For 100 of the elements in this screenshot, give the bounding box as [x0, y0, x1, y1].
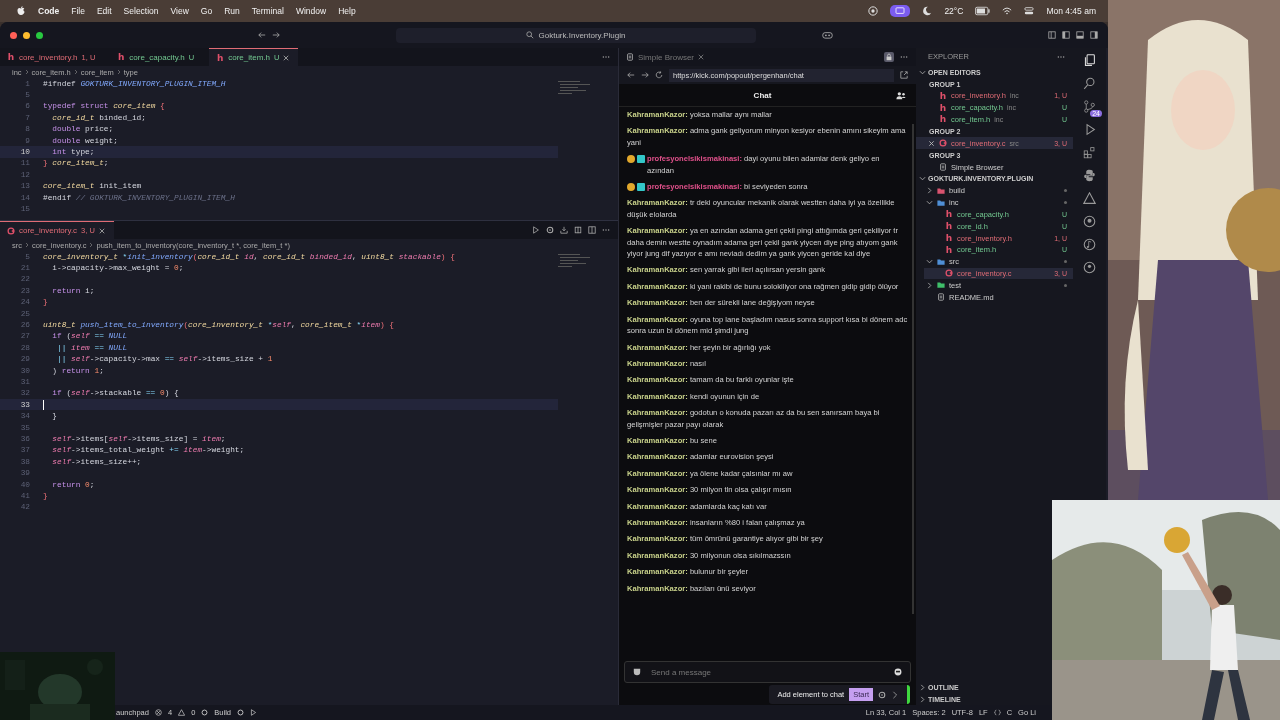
chevron-icon	[25, 242, 29, 248]
battery-icon[interactable]	[975, 6, 991, 16]
header-file-icon: h	[939, 114, 947, 125]
header-file-icon: h	[945, 233, 953, 244]
settings-icon[interactable]	[878, 690, 886, 699]
header-file-icon: h	[939, 90, 947, 101]
folder-icon	[937, 257, 945, 266]
settings-icon[interactable]	[546, 226, 554, 234]
app-menu[interactable]: Code	[38, 6, 60, 16]
header-file-icon: h	[117, 52, 126, 62]
document-icon	[937, 293, 945, 302]
close-window-button[interactable]	[10, 31, 17, 39]
c-file-icon	[939, 139, 947, 148]
chevron-icon	[926, 258, 933, 266]
run-icon[interactable]	[250, 709, 257, 716]
back-icon[interactable]	[627, 71, 635, 79]
chevron-icon	[24, 69, 29, 75]
chevron-icon	[926, 281, 933, 289]
chevron-icon	[89, 242, 94, 248]
shield-icon	[633, 668, 641, 676]
folder-icon	[937, 281, 945, 290]
menu-item[interactable]: Terminal	[251, 6, 284, 16]
chevron-icon	[116, 69, 121, 75]
command-search-field[interactable]: Gokturk.Inventory.Plugin	[396, 27, 756, 43]
menu-item[interactable]: Help	[338, 6, 356, 16]
screen-share-icon[interactable]	[890, 5, 911, 17]
close-icon[interactable]	[928, 139, 935, 147]
reload-icon[interactable]	[655, 71, 663, 79]
chat-title: Chat	[753, 90, 772, 100]
header-file-icon: h	[7, 52, 15, 62]
menu-item[interactable]: File	[71, 6, 85, 16]
header-file-icon: h	[945, 209, 953, 220]
close-icon[interactable]	[283, 54, 290, 61]
braces-icon[interactable]	[993, 709, 1001, 716]
emoji-icon[interactable]	[894, 668, 902, 676]
compare-icon[interactable]	[574, 226, 582, 234]
wifi-icon[interactable]	[1002, 6, 1013, 16]
secondary-sidebar-icon[interactable]	[1090, 31, 1098, 39]
panel-toggle-icon[interactable]	[1076, 31, 1084, 39]
settings-icon[interactable]	[237, 709, 244, 716]
menu-item[interactable]: Edit	[96, 6, 112, 16]
build-icon	[201, 709, 209, 716]
header-file-icon: h	[216, 52, 225, 63]
run-icon[interactable]	[532, 226, 540, 234]
status-dot	[1064, 201, 1067, 205]
menu-item[interactable]: Run	[224, 6, 240, 16]
control-center-icon[interactable]	[1024, 6, 1035, 16]
triangle-icon[interactable]	[1083, 192, 1096, 205]
header-file-icon: h	[945, 244, 953, 255]
extensions-icon[interactable]	[1083, 146, 1096, 159]
forward-icon[interactable]	[272, 31, 280, 39]
search-icon[interactable]	[1083, 77, 1096, 90]
github-icon[interactable]	[1083, 215, 1096, 228]
more-icon[interactable]	[900, 53, 908, 61]
warning-icon	[178, 709, 186, 716]
menu-item[interactable]: Go	[200, 6, 213, 16]
run-debug-icon[interactable]	[1083, 123, 1096, 136]
badge-icon	[637, 155, 645, 164]
menu-item[interactable]: Selection	[123, 6, 159, 16]
apple-icon[interactable]	[16, 6, 26, 16]
forward-icon[interactable]	[641, 71, 649, 79]
lock-button[interactable]	[884, 52, 894, 62]
files-icon[interactable]	[1083, 54, 1096, 67]
status-dot	[1064, 283, 1067, 287]
more-icon[interactable]	[602, 53, 610, 61]
account-icon[interactable]	[1083, 261, 1096, 274]
status-icon[interactable]	[868, 6, 879, 16]
c-file-icon	[7, 226, 15, 235]
open-external-icon[interactable]	[900, 71, 908, 79]
document-icon	[939, 163, 947, 172]
close-icon[interactable]	[98, 227, 105, 234]
menu-item[interactable]: View	[170, 6, 189, 16]
chevron-icon[interactable]	[891, 690, 899, 699]
back-icon[interactable]	[258, 31, 266, 39]
text-cursor	[43, 399, 44, 410]
minimize-button[interactable]	[23, 31, 30, 39]
close-icon[interactable]	[698, 54, 704, 60]
moon-icon[interactable]	[922, 6, 933, 16]
status-dot	[1064, 189, 1067, 193]
music-note-icon[interactable]	[1083, 238, 1096, 251]
badge-icon	[637, 183, 645, 192]
status-dot	[1064, 260, 1067, 264]
layout-icon[interactable]	[1048, 31, 1056, 39]
more-icon[interactable]	[602, 226, 610, 234]
users-icon[interactable]	[896, 90, 906, 100]
header-file-icon: h	[945, 221, 953, 232]
zoom-button[interactable]	[36, 31, 43, 39]
source-control-icon[interactable]	[1083, 100, 1096, 113]
split-editor-icon[interactable]	[588, 226, 596, 234]
document-icon	[626, 53, 634, 61]
menu-item[interactable]: Window	[295, 6, 327, 16]
copilot-icon[interactable]	[822, 31, 833, 39]
download-icon[interactable]	[560, 226, 568, 234]
chevron-icon	[73, 69, 78, 75]
search-icon	[526, 31, 535, 39]
message-input[interactable]: Send a message	[624, 661, 911, 683]
temperature[interactable]: 22°C	[944, 6, 964, 16]
python-icon[interactable]	[1083, 169, 1096, 182]
menu-clock[interactable]: Mon 4:45 am	[1046, 6, 1096, 16]
sidebar-toggle-icon[interactable]	[1062, 31, 1070, 39]
